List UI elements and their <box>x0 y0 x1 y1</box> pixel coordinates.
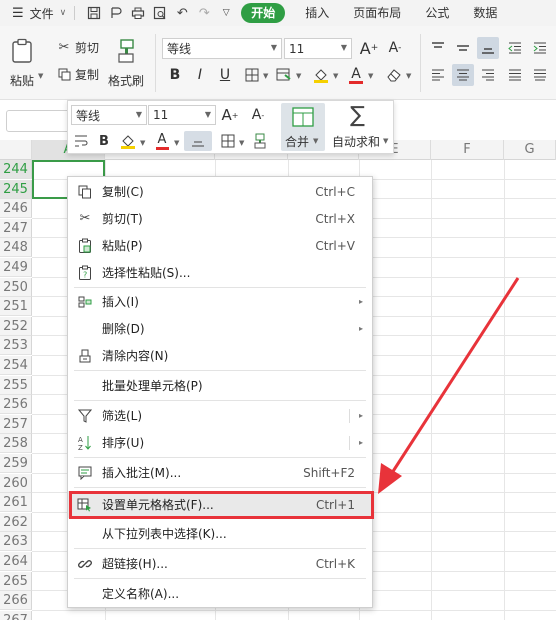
annotation-arrow-shaft <box>388 277 520 477</box>
annotation-arrow <box>378 277 520 494</box>
annotation-arrow-head <box>378 463 402 494</box>
